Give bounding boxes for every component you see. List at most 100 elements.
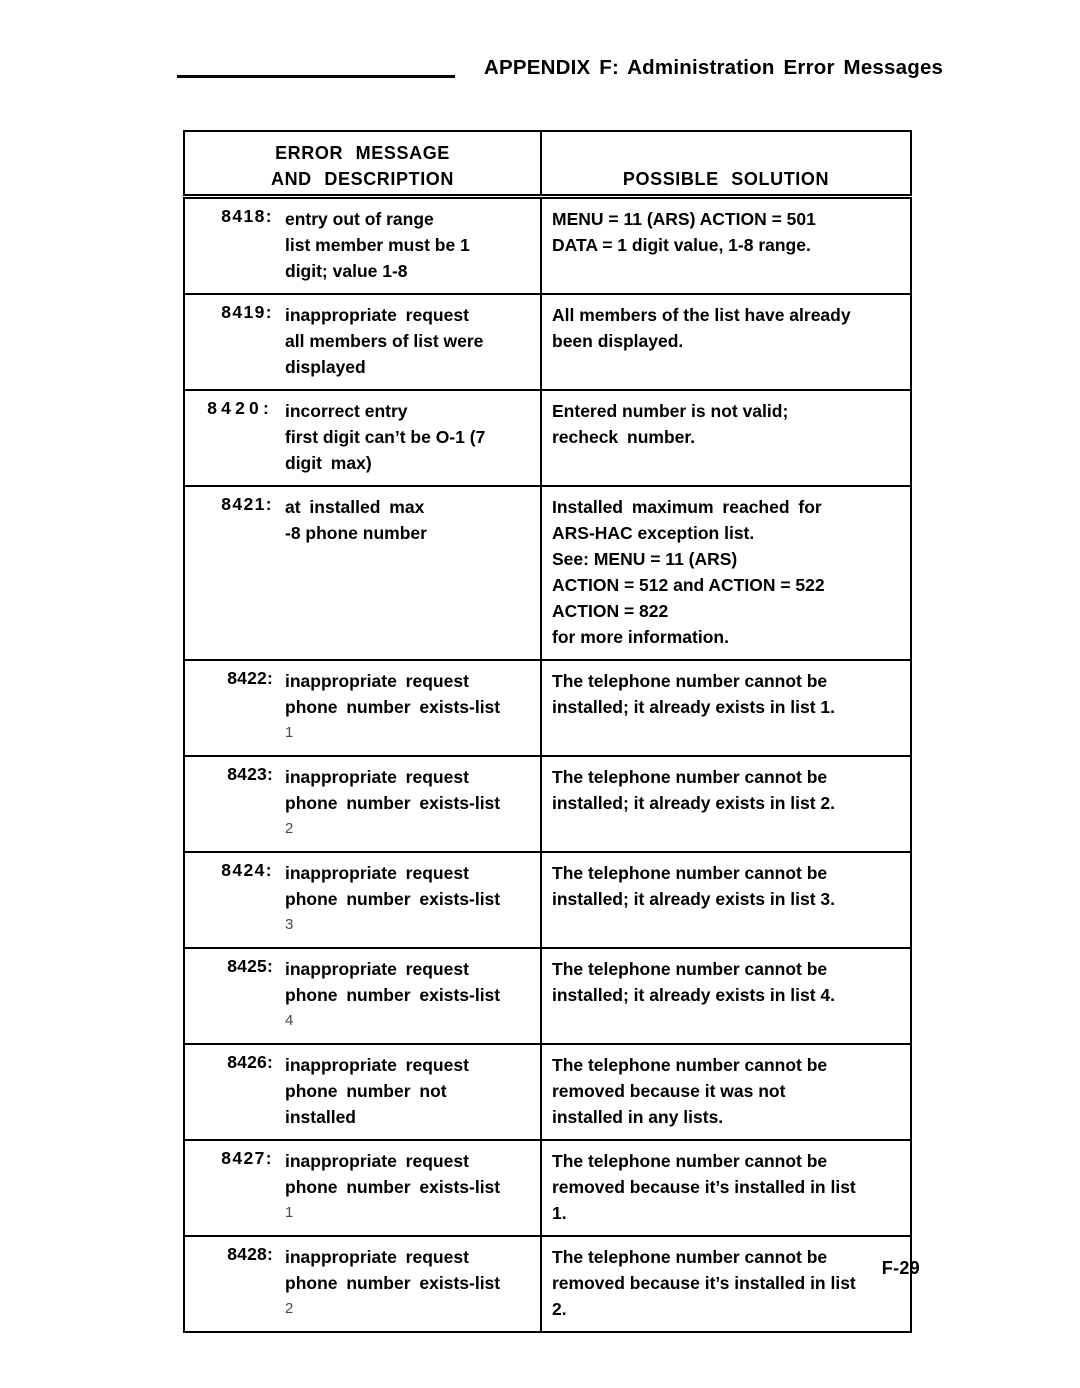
error-description: incorrect entry first digit can’t be O-1 … <box>273 398 540 476</box>
possible-solution-cell: The telephone number cannot be installed;… <box>540 659 912 757</box>
solution-line: DATA = 1 digit value, 1-8 range. <box>552 235 811 255</box>
solution-line: ACTION = 512 and ACTION = 522 <box>552 575 825 595</box>
table-body: 8418: entry out of range list member must … <box>183 195 912 1333</box>
solution-line: The telephone number cannot be <box>552 767 828 787</box>
page-footer: F-29 <box>0 1258 1080 1279</box>
description-line: phone number not <box>285 1081 447 1101</box>
solution-line: Installed maximum reached for <box>552 497 822 517</box>
table-header-row: ERROR MESSAGE AND DESCRIPTION POSSIBLE S… <box>183 130 912 199</box>
table-row: 8423: inappropriate request phone number e… <box>183 755 912 853</box>
solution-line: been displayed. <box>552 331 684 351</box>
possible-solution-cell: The telephone number cannot be installed;… <box>540 851 912 949</box>
solution-text: The telephone number cannot be installed;… <box>552 956 902 1008</box>
table-row: 8428: inappropriate request phone number e… <box>183 1235 912 1333</box>
description-line: inappropriate request <box>285 305 469 325</box>
solution-line: for more information. <box>552 627 729 647</box>
solution-line: The telephone number cannot be <box>552 863 828 883</box>
column-header-line-1: ERROR MESSAGE <box>275 143 450 163</box>
solution-text: Entered number is not valid; recheck numb… <box>552 398 902 450</box>
error-description: inappropriate request phone number exists… <box>273 1244 540 1322</box>
error-message-cell: 8428: inappropriate request phone number e… <box>183 1235 542 1333</box>
error-message-table: ERROR MESSAGE AND DESCRIPTION POSSIBLE S… <box>183 130 912 1333</box>
column-header-solution-label: POSSIBLE SOLUTION <box>622 169 830 189</box>
error-code: 8423: <box>227 764 273 784</box>
page-header: APPENDIX F: Administration Error Message… <box>0 56 1080 90</box>
solution-line: ACTION = 822 <box>552 601 669 621</box>
error-message-cell: 8422: inappropriate request phone number e… <box>183 659 542 757</box>
solution-text: The telephone number cannot be removed be… <box>552 1052 902 1130</box>
description-line: phone number exists-list <box>285 697 501 717</box>
description-line: inappropriate request <box>285 1151 469 1171</box>
table-row: 8421: at installed max -8 phone number Inst… <box>183 485 912 661</box>
description-line: 2 <box>285 1300 294 1317</box>
solution-line: removed because it was not <box>552 1081 786 1101</box>
error-description: inappropriate request phone number exists… <box>273 1148 540 1226</box>
solution-line: installed; it already exists in list 4. <box>552 985 836 1005</box>
solution-text: The telephone number cannot be removed be… <box>552 1148 902 1226</box>
description-line: inappropriate request <box>285 1055 469 1075</box>
error-description: at installed max -8 phone number <box>273 494 540 546</box>
possible-solution-cell: The telephone number cannot be removed be… <box>540 1139 912 1237</box>
description-line: displayed <box>285 357 366 377</box>
solution-line: installed; it already exists in list 3. <box>552 889 836 909</box>
description-line: incorrect entry <box>285 401 408 421</box>
error-message-cell: 8420: incorrect entry first digit can’t be… <box>183 389 542 487</box>
error-code: 8419: <box>221 302 273 322</box>
error-code: 8425: <box>227 956 273 976</box>
possible-solution-cell: Installed maximum reached for ARS-HAC exc… <box>540 485 912 661</box>
error-code: 8428: <box>227 1244 273 1264</box>
description-line: phone number exists-list <box>285 1177 501 1197</box>
solution-text: All members of the list have already been… <box>552 302 902 354</box>
possible-solution-cell: The telephone number cannot be installed;… <box>540 947 912 1045</box>
description-line: 2 <box>285 820 294 837</box>
description-line: phone number exists-list <box>285 793 501 813</box>
possible-solution-cell: The telephone number cannot be removed be… <box>540 1235 912 1333</box>
table-row: 8422: inappropriate request phone number e… <box>183 659 912 757</box>
description-line: digit max) <box>285 453 372 473</box>
description-line: inappropriate request <box>285 671 469 691</box>
error-message-cell: 8423: inappropriate request phone number e… <box>183 755 542 853</box>
description-line: 1 <box>285 1204 294 1221</box>
error-code: 8426: <box>227 1052 273 1072</box>
description-line: entry out of range <box>285 209 434 229</box>
description-line: inappropriate request <box>285 863 469 883</box>
description-line: phone number exists-list <box>285 889 501 909</box>
header-decorative-rule <box>177 75 455 78</box>
description-line: list member must be 1 <box>285 235 470 255</box>
error-description: inappropriate request phone number not ins… <box>273 1052 540 1130</box>
description-line: inappropriate request <box>285 959 469 979</box>
possible-solution-cell: The telephone number cannot be removed be… <box>540 1043 912 1141</box>
table-row: 8425: inappropriate request phone number e… <box>183 947 912 1045</box>
possible-solution-cell: The telephone number cannot be installed;… <box>540 755 912 853</box>
solution-text: MENU = 11 (ARS) ACTION = 501 DATA = 1 dig… <box>552 206 902 258</box>
error-message-cell: 8421: at installed max -8 phone number <box>183 485 542 661</box>
table-row: 8420: incorrect entry first digit can’t be… <box>183 389 912 487</box>
description-line: 3 <box>285 916 294 933</box>
solution-line: installed in any lists. <box>552 1107 724 1127</box>
column-header-line-2: AND DESCRIPTION <box>270 169 454 189</box>
possible-solution-cell: MENU = 11 (ARS) ACTION = 501 DATA = 1 dig… <box>540 195 912 295</box>
table-row: 8418: entry out of range list member must … <box>183 195 912 295</box>
solution-text: The telephone number cannot be installed;… <box>552 860 902 912</box>
error-code: 8421: <box>221 494 273 514</box>
solution-line: All members of the list have already <box>552 305 851 325</box>
error-message-cell: 8418: entry out of range list member must … <box>183 195 542 295</box>
description-line: digit; value 1-8 <box>285 261 408 281</box>
solution-line: recheck number. <box>552 427 696 447</box>
column-header-error-message: ERROR MESSAGE AND DESCRIPTION <box>183 130 542 199</box>
description-line: phone number exists-list <box>285 985 501 1005</box>
solution-text: The telephone number cannot be installed;… <box>552 764 902 816</box>
error-message-cell: 8419: inappropriate request all members of… <box>183 293 542 391</box>
solution-line: Entered number is not valid; <box>552 401 789 421</box>
error-description: entry out of range list member must be 1 d… <box>273 206 540 284</box>
table-row: 8419: inappropriate request all members of… <box>183 293 912 391</box>
description-line: -8 phone number <box>285 523 427 543</box>
solution-line: removed because it’s installed in list <box>552 1177 856 1197</box>
error-description: inappropriate request phone number exists… <box>273 956 540 1034</box>
solution-line: installed; it already exists in list 1. <box>552 697 836 717</box>
solution-line: ARS-HAC exception list. <box>552 523 755 543</box>
solution-line: See: MENU = 11 (ARS) <box>552 549 738 569</box>
solution-line: The telephone number cannot be <box>552 671 828 691</box>
solution-line: MENU = 11 (ARS) ACTION = 501 <box>552 209 816 229</box>
description-line: inappropriate request <box>285 767 469 787</box>
